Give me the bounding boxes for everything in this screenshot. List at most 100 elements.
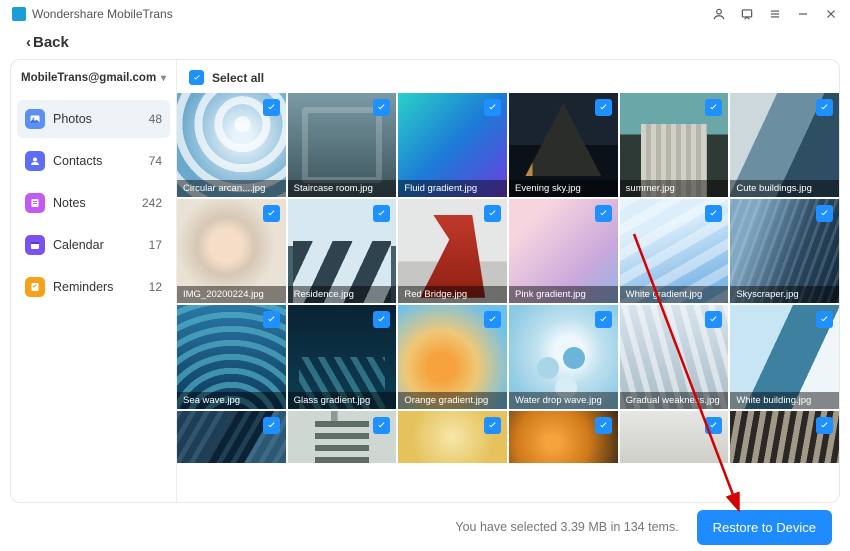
photo-checkbox[interactable] [595,205,612,222]
photo-thumb[interactable]: Evening sky.jpg [509,93,618,197]
back-button[interactable]: ‹ Back [0,28,850,59]
photo-checkbox[interactable] [373,205,390,222]
contacts-icon [25,151,45,171]
photo-checkbox[interactable] [484,99,501,116]
sidebar-item-calendar[interactable]: Calendar 17 [17,226,170,264]
account-dropdown[interactable]: MobileTrans@gmail.com ▾ [11,60,176,96]
photo-checkbox[interactable] [484,205,501,222]
sidebar-item-label: Photos [53,112,92,126]
photo-thumb[interactable] [509,411,618,463]
photo-filename: summer.jpg [620,180,729,197]
photo-thumb[interactable]: Skyscraper.jpg [730,199,839,303]
app-title: Wondershare MobileTrans [32,7,173,21]
sidebar-item-contacts[interactable]: Contacts 74 [17,142,170,180]
photo-checkbox[interactable] [816,311,833,328]
photo-thumb[interactable]: Sea wave.jpg [177,305,286,409]
sidebar-item-photos[interactable]: Photos 48 [17,100,170,138]
photo-thumb[interactable] [730,411,839,463]
photo-checkbox[interactable] [373,417,390,434]
photo-thumb[interactable]: summer.jpg [620,93,729,197]
photo-filename: Fluid gradient.jpg [398,180,507,197]
sidebar-item-count: 17 [149,238,162,252]
photo-checkbox[interactable] [705,99,722,116]
close-icon[interactable] [824,7,838,21]
sidebar-item-count: 48 [149,112,162,126]
photo-thumb[interactable]: Residence.jpg [288,199,397,303]
photo-checkbox[interactable] [484,311,501,328]
calendar-icon [25,235,45,255]
photo-thumb[interactable]: Circular arcan....jpg [177,93,286,197]
photo-thumb[interactable]: White gradient.jpg [620,199,729,303]
photo-thumb[interactable]: Pink gradient.jpg [509,199,618,303]
sidebar-item-notes[interactable]: Notes 242 [17,184,170,222]
photo-thumb[interactable]: Cute buildings.jpg [730,93,839,197]
sidebar-item-count: 74 [149,154,162,168]
photo-thumb[interactable]: Orange gradient.jpg [398,305,507,409]
photo-checkbox[interactable] [263,417,280,434]
select-all-checkbox[interactable] [189,70,204,85]
photo-thumb[interactable]: IMG_20200224.jpg [177,199,286,303]
photo-checkbox[interactable] [263,205,280,222]
photo-thumb[interactable]: Water drop wave.jpg [509,305,618,409]
photo-checkbox[interactable] [263,99,280,116]
photo-thumb[interactable]: Red Bridge.jpg [398,199,507,303]
photo-filename: IMG_20200224.jpg [177,286,286,303]
select-all-label: Select all [212,71,264,85]
user-icon[interactable] [712,7,726,21]
photo-filename: Gradual weakness.jpg [620,392,729,409]
photo-checkbox[interactable] [705,417,722,434]
photo-thumb[interactable] [398,411,507,463]
photo-filename: Red Bridge.jpg [398,286,507,303]
photo-filename: Circular arcan....jpg [177,180,286,197]
photo-filename: Orange gradient.jpg [398,392,507,409]
photo-checkbox[interactable] [816,417,833,434]
photo-thumb[interactable] [288,411,397,463]
photo-thumb[interactable]: Glass gradient.jpg [288,305,397,409]
sidebar-item-label: Notes [53,196,86,210]
notes-icon [25,193,45,213]
sidebar-item-count: 242 [142,196,162,210]
photo-thumb[interactable]: Staircase room.jpg [288,93,397,197]
photo-checkbox[interactable] [595,99,612,116]
photo-filename: Residence.jpg [288,286,397,303]
reminders-icon [25,277,45,297]
menu-icon[interactable] [768,7,782,21]
bottom-bar: You have selected 3.39 MB in 134 tems. R… [0,503,850,551]
photo-thumb[interactable]: Fluid gradient.jpg [398,93,507,197]
photo-checkbox[interactable] [705,311,722,328]
titlebar: Wondershare MobileTrans [0,0,850,28]
feedback-icon[interactable] [740,7,754,21]
sidebar-item-count: 12 [149,280,162,294]
photo-filename: Cute buildings.jpg [730,180,839,197]
back-label: Back [33,34,69,51]
photo-filename: Staircase room.jpg [288,180,397,197]
selection-status: You have selected 3.39 MB in 134 tems. [455,520,678,534]
sidebar-item-label: Contacts [53,154,102,168]
chevron-left-icon: ‹ [26,34,31,51]
sidebar-item-label: Reminders [53,280,113,294]
restore-button[interactable]: Restore to Device [697,510,832,545]
photo-checkbox[interactable] [705,205,722,222]
photo-thumb[interactable]: White building.jpg [730,305,839,409]
photo-checkbox[interactable] [484,417,501,434]
account-email: MobileTrans@gmail.com [21,72,156,84]
photo-filename: Sea wave.jpg [177,392,286,409]
photo-filename: Glass gradient.jpg [288,392,397,409]
photo-filename: White gradient.jpg [620,286,729,303]
photo-checkbox[interactable] [816,99,833,116]
sidebar-item-reminders[interactable]: Reminders 12 [17,268,170,306]
photo-thumb[interactable]: Gradual weakness.jpg [620,305,729,409]
main-panel: Select all Circular arcan....jpgStaircas… [177,60,839,502]
photo-thumb[interactable] [620,411,729,463]
photo-checkbox[interactable] [595,417,612,434]
photo-checkbox[interactable] [373,311,390,328]
photo-thumb[interactable] [177,411,286,463]
photo-checkbox[interactable] [816,205,833,222]
photo-filename: Pink gradient.jpg [509,286,618,303]
photo-filename: Skyscraper.jpg [730,286,839,303]
photo-checkbox[interactable] [373,99,390,116]
photo-checkbox[interactable] [263,311,280,328]
photo-checkbox[interactable] [595,311,612,328]
minimize-icon[interactable] [796,7,810,21]
sidebar-item-label: Calendar [53,238,104,252]
